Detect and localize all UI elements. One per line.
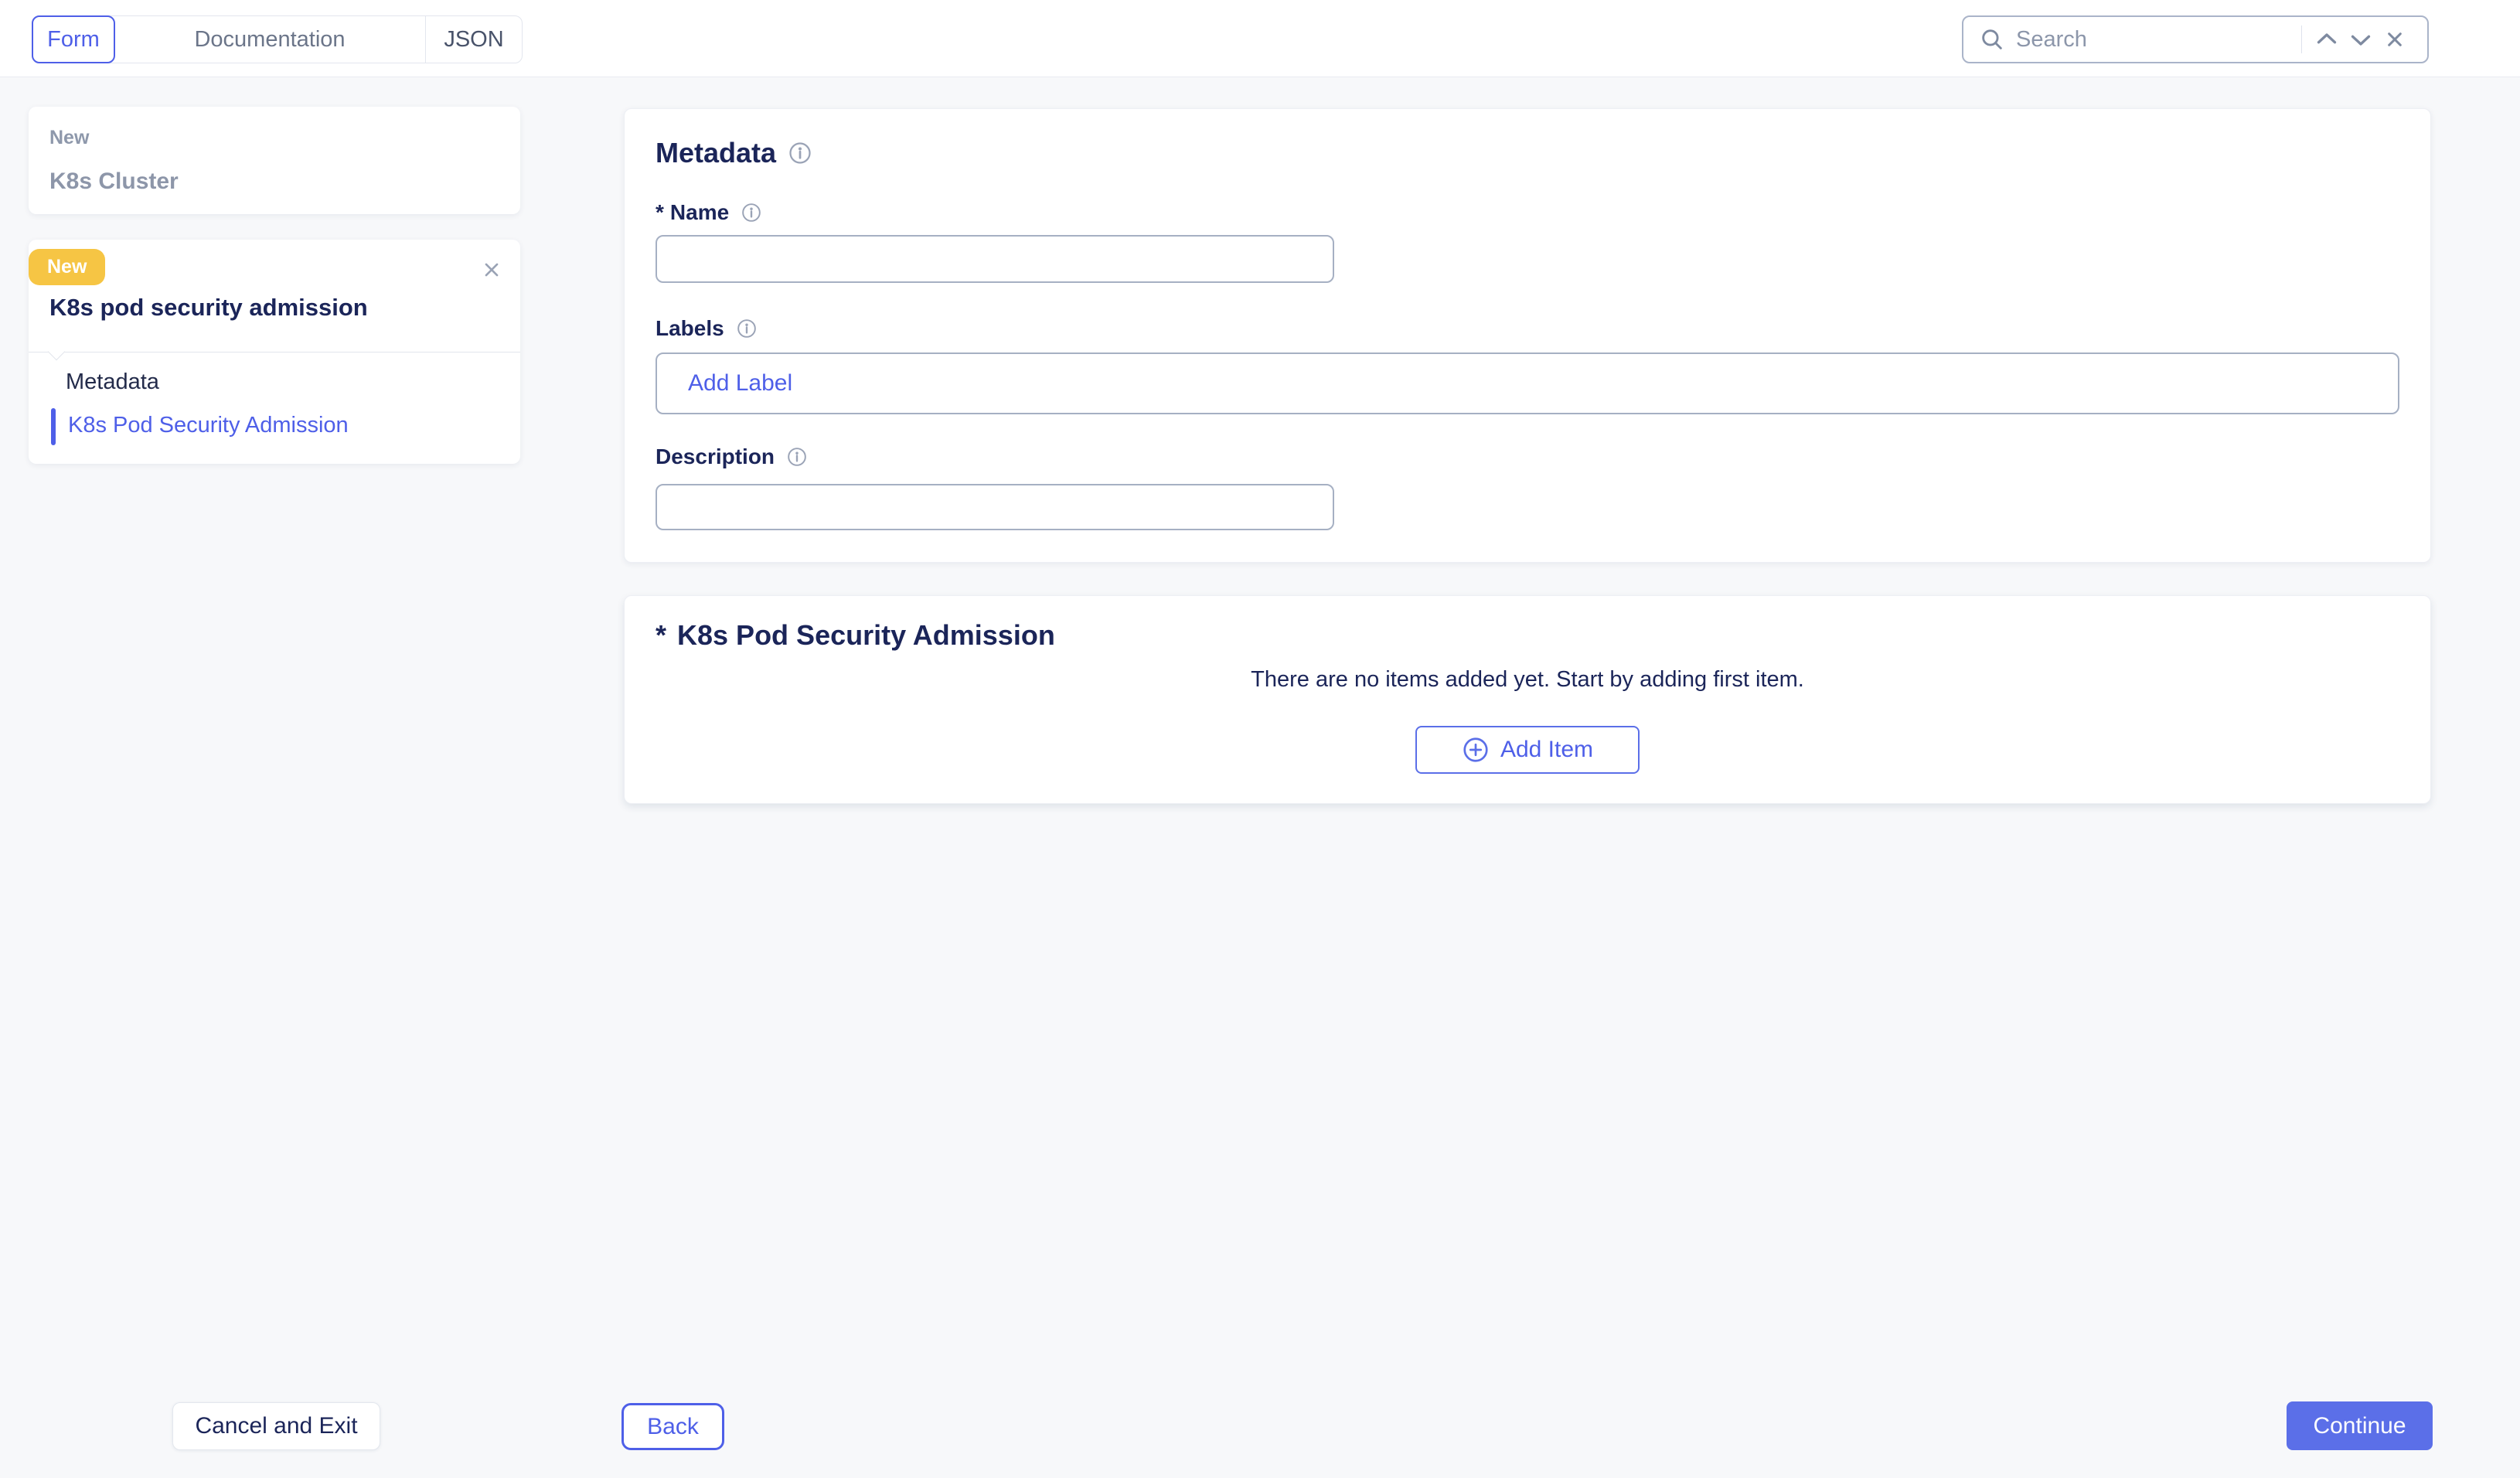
info-icon[interactable]: [788, 141, 812, 165]
search-prev-chevron-up-icon[interactable]: [2310, 22, 2344, 56]
search-divider: [2301, 26, 2302, 53]
cancel-and-exit-button[interactable]: Cancel and Exit: [172, 1402, 380, 1450]
profile-stepper-card: New K8s pod security admission Metadata …: [29, 240, 520, 464]
name-field-label: * Name: [656, 200, 761, 225]
continue-button[interactable]: Continue: [2287, 1401, 2433, 1450]
expand-notch: [48, 343, 66, 361]
search-clear-close-icon[interactable]: [2378, 22, 2412, 56]
cluster-status-label: New: [49, 127, 520, 149]
description-input[interactable]: [656, 484, 1334, 530]
name-input[interactable]: [656, 235, 1334, 283]
tab-form[interactable]: Form: [32, 15, 115, 63]
new-badge: New: [29, 249, 105, 285]
description-field-label: Description: [656, 444, 807, 469]
search-next-chevron-down-icon[interactable]: [2344, 22, 2378, 56]
items-title-text: K8s Pod Security Admission: [677, 619, 1055, 652]
info-icon[interactable]: [737, 318, 757, 339]
search-box: [1962, 15, 2429, 63]
add-item-label: Add Item: [1500, 737, 1593, 763]
sidebar-item-metadata[interactable]: Metadata: [66, 370, 159, 395]
items-section-title: * K8s Pod Security Admission: [656, 619, 1055, 652]
required-asterisk: *: [656, 200, 664, 225]
view-tab-group: Form Documentation JSON: [32, 15, 523, 63]
close-icon[interactable]: [480, 258, 503, 281]
labels-container: Add Label: [656, 352, 2399, 414]
empty-state-text: There are no items added yet. Start by a…: [625, 667, 2430, 693]
search-icon: [1977, 25, 2007, 54]
labels-label-text: Labels: [656, 316, 724, 341]
search-input[interactable]: [2016, 27, 2297, 53]
plus-circle-icon: [1462, 736, 1490, 764]
name-label-text: Name: [670, 200, 729, 225]
labels-field-label: Labels: [656, 316, 757, 341]
tab-documentation[interactable]: Documentation: [114, 16, 425, 63]
add-label-button[interactable]: Add Label: [688, 370, 792, 397]
active-nav-bar: [51, 408, 56, 445]
cluster-title: K8s Cluster: [49, 169, 520, 195]
add-item-button[interactable]: Add Item: [1415, 726, 1640, 774]
info-icon[interactable]: [741, 203, 761, 223]
metadata-title-text: Metadata: [656, 137, 776, 169]
cluster-summary-card: New K8s Cluster: [29, 107, 520, 214]
required-asterisk: *: [656, 619, 666, 652]
sidebar-item-k8s-pod-security-admission[interactable]: K8s Pod Security Admission: [68, 413, 349, 438]
pod-security-admission-card: * K8s Pod Security Admission There are n…: [624, 595, 2431, 804]
back-button[interactable]: Back: [621, 1403, 724, 1450]
description-label-text: Description: [656, 444, 775, 469]
top-bar: Form Documentation JSON: [0, 0, 2520, 77]
wizard-page: Form Documentation JSON: [0, 0, 2520, 1478]
profile-title: K8s pod security admission: [49, 294, 368, 322]
tab-json[interactable]: JSON: [425, 16, 522, 63]
metadata-section-card: Metadata * Name Labels: [624, 108, 2431, 563]
metadata-section-title: Metadata: [656, 137, 812, 169]
info-icon[interactable]: [787, 447, 807, 467]
